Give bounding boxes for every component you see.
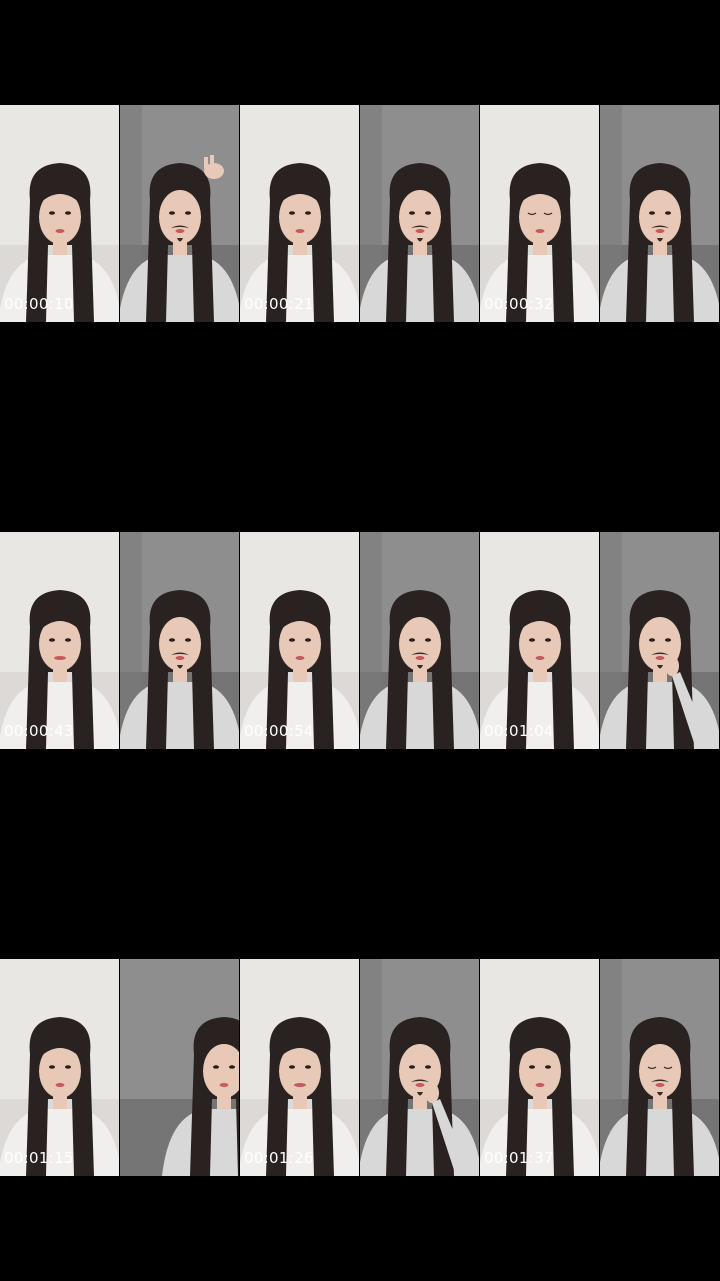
frame-strip: [0, 532, 720, 749]
frame-image: [0, 105, 119, 322]
frame-image: [240, 959, 359, 1176]
timestamp-label[interactable]: 00:01:15: [4, 1149, 74, 1167]
video-frame-thumbnail[interactable]: [600, 959, 719, 1176]
video-frame-thumbnail[interactable]: [240, 105, 359, 322]
thumbnail-row: 00:01:15 00:01:26 00:01:37: [0, 854, 720, 1281]
frame-image: [0, 532, 119, 749]
timestamp-label[interactable]: 00:00:10: [4, 295, 74, 313]
frame-image: [240, 532, 359, 749]
frame-image: [120, 532, 239, 749]
video-frame-thumbnail[interactable]: [0, 959, 119, 1176]
frame-strip: [0, 959, 720, 1176]
video-frame-thumbnail[interactable]: [360, 105, 479, 322]
video-frame-thumbnail[interactable]: [120, 105, 239, 322]
video-frame-thumbnail[interactable]: [360, 959, 479, 1176]
video-frame-thumbnail[interactable]: [480, 105, 599, 322]
frame-image: [240, 105, 359, 322]
video-frame-thumbnail[interactable]: [480, 532, 599, 749]
frame-image: [360, 105, 479, 322]
frame-image: [480, 105, 599, 322]
frame-image: [480, 532, 599, 749]
video-frame-thumbnail[interactable]: [600, 105, 719, 322]
timestamp-label[interactable]: 00:01:04: [484, 722, 554, 740]
video-frame-thumbnail[interactable]: [480, 959, 599, 1176]
frame-image: [600, 959, 719, 1176]
video-frame-thumbnail[interactable]: [240, 959, 359, 1176]
timestamp-label[interactable]: 00:00:43: [4, 722, 74, 740]
timestamp-label[interactable]: 00:00:54: [244, 722, 314, 740]
timestamp-label[interactable]: 00:00:32: [484, 295, 554, 313]
timestamp-label[interactable]: 00:00:21: [244, 295, 314, 313]
frame-image: [120, 959, 239, 1176]
timestamp-label[interactable]: 00:01:26: [244, 1149, 314, 1167]
video-frame-thumbnail[interactable]: [600, 532, 719, 749]
frame-image: [0, 959, 119, 1176]
frame-strip: [0, 105, 720, 322]
timestamp-label[interactable]: 00:01:37: [484, 1149, 554, 1167]
thumbnail-row: 00:00:10 00:00:21 00:00:32: [0, 0, 720, 427]
video-frame-thumbnail[interactable]: [0, 532, 119, 749]
frame-image: [600, 532, 719, 749]
video-frame-thumbnail[interactable]: [120, 959, 239, 1176]
video-frame-thumbnail[interactable]: [240, 532, 359, 749]
thumbnail-row: 00:00:43 00:00:54 00:01:04: [0, 427, 720, 854]
frame-image: [600, 105, 719, 322]
frame-image: [480, 959, 599, 1176]
frame-image: [360, 959, 479, 1176]
video-frame-thumbnail[interactable]: [0, 105, 119, 322]
video-frame-thumbnail[interactable]: [360, 532, 479, 749]
frame-image: [120, 105, 239, 322]
video-frame-thumbnail[interactable]: [120, 532, 239, 749]
frame-image: [360, 532, 479, 749]
